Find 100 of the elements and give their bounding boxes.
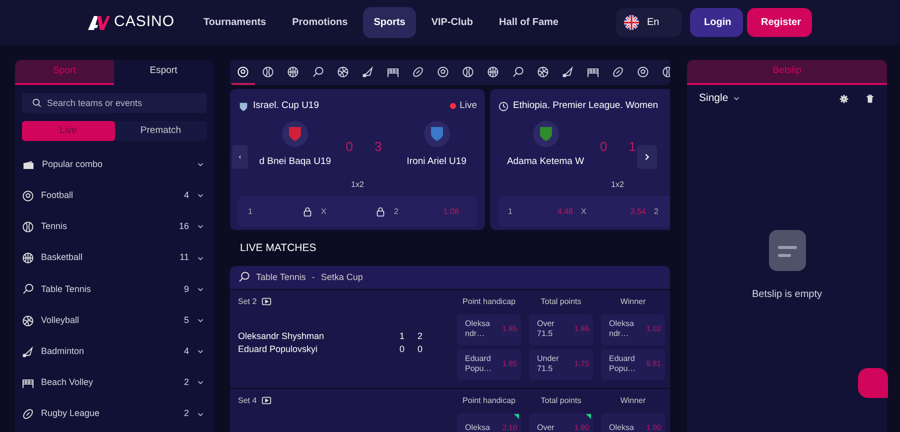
logo-icon — [88, 16, 110, 30]
sport-list-item[interactable]: Badminton 4 — [15, 336, 213, 368]
nav-link[interactable]: Sports — [362, 7, 416, 38]
chat-button[interactable] — [858, 368, 888, 398]
sport-list-item[interactable]: Football 4 — [15, 180, 213, 212]
market-header: Point handicap — [462, 394, 516, 407]
volleyball-icon — [336, 66, 348, 78]
market-header: Point handicap — [462, 296, 516, 308]
trash-icon — [865, 94, 875, 104]
chevron-right-icon — [643, 152, 651, 162]
search-field[interactable]: Search teams or events — [22, 93, 207, 113]
clock-icon — [498, 100, 509, 112]
paddle-icon — [22, 283, 34, 296]
match-card[interactable]: Israel. Cup U19 Live d Bnei Baqa U19 0 3 Ironi Ariel U19 1x2 1 X 2 1.08 — [230, 89, 485, 230]
team-crest-icon — [424, 121, 450, 148]
live-indicator: Live — [450, 99, 477, 114]
empty-list-icon — [768, 230, 806, 271]
soccer-ball-icon — [22, 190, 34, 202]
market-header: Winner — [619, 394, 647, 407]
tournament-header: Table Tennis - Setka Cup — [230, 266, 670, 289]
sport-list-item[interactable]: Basketball 11 — [15, 242, 213, 274]
tennis-ball-icon — [462, 66, 474, 78]
net-icon — [586, 66, 598, 78]
shuttlecock-icon — [562, 66, 574, 78]
empty-message: Betslip is empty — [752, 288, 822, 302]
lock-icon — [302, 206, 313, 218]
login-button[interactable]: Login — [690, 8, 743, 37]
rugby-ball-icon — [22, 408, 34, 420]
volleyball-icon — [536, 66, 548, 78]
basketball-icon — [286, 66, 298, 78]
lock-icon — [375, 206, 386, 218]
net-icon — [22, 376, 34, 389]
match-card[interactable]: Ethiopia. Premier League. Women Adama Ketema W 0 1 1x2 1 4.48 X 3.54 2 — [490, 89, 670, 230]
sport-list-item[interactable]: Rugby League 2 — [15, 398, 213, 430]
team-crest-icon — [282, 121, 308, 148]
soccer-ball-icon — [436, 66, 448, 78]
market-header: Total points — [540, 296, 582, 308]
match-score: 0 1 — [598, 138, 646, 156]
settings-icon — [839, 94, 849, 104]
odds-button[interactable]: X 3.54 — [581, 196, 654, 228]
mode-tab[interactable]: Prematch — [114, 121, 207, 141]
next-button[interactable] — [637, 145, 657, 169]
ticket-icon — [22, 158, 35, 171]
odds-button[interactable]: X — [321, 196, 394, 228]
league-name: Ethiopia. Premier League. Women — [513, 99, 658, 113]
player-name: Oleksandr Shyshman — [238, 330, 326, 343]
market-header: Total points — [540, 394, 582, 407]
basketball-icon — [22, 252, 34, 264]
market-name: 1x2 — [350, 179, 365, 192]
paddle-icon — [312, 66, 324, 78]
volleyball-icon — [22, 314, 34, 327]
soccer-ball-icon — [636, 66, 648, 78]
shuttlecock-icon — [22, 346, 34, 358]
basketball-icon — [486, 66, 498, 78]
paddle-icon — [512, 66, 524, 78]
match-score: 0 3 — [344, 138, 392, 156]
sport-list-item[interactable]: Beach Volley 2 — [15, 367, 213, 398]
tennis-ball-icon — [22, 220, 34, 233]
section-title: LIVE MATCHES — [240, 241, 318, 256]
register-button[interactable]: Register — [747, 8, 812, 37]
video-icon — [260, 395, 272, 406]
soccer-ball-icon — [236, 66, 248, 78]
sidebar-tab[interactable]: Esport — [114, 60, 213, 85]
sport-list-item[interactable]: Tennis 16 — [15, 211, 213, 243]
nav-link[interactable]: Tournaments — [192, 7, 278, 38]
odds-button[interactable]: 2 — [654, 196, 670, 228]
set-score: 2 — [416, 330, 424, 343]
market-header: Winner — [619, 296, 647, 308]
paddle-icon — [238, 271, 250, 284]
team-name: d Bnei Baqa U19 — [259, 155, 332, 170]
sport-list-item[interactable]: Table Tennis 9 — [15, 274, 213, 305]
language-selector[interactable]: En — [616, 8, 682, 37]
odds-button[interactable]: 1 4.48 — [508, 196, 581, 228]
team-crest-icon — [532, 121, 558, 148]
uk-flag-icon — [624, 15, 639, 30]
tennis-ball-icon — [262, 66, 274, 78]
set-score: 0 — [398, 342, 406, 356]
set-score: 0 — [416, 342, 424, 356]
team-name: Adama Ketema W — [506, 155, 584, 170]
team-name: Ironi Ariel U19 — [406, 155, 466, 170]
sport-list-item[interactable]: Popular combo — [15, 149, 213, 180]
shuttlecock-icon — [362, 66, 374, 78]
net-icon — [386, 66, 398, 78]
odds-button[interactable]: 1 — [248, 196, 321, 228]
brand-name: CASINO — [114, 12, 175, 32]
bet-type-dropdown[interactable]: Single — [699, 91, 742, 107]
rugby-ball-icon — [412, 66, 424, 78]
rugby-ball-icon — [612, 66, 624, 78]
search-icon — [32, 98, 42, 108]
league-name: Israel. Cup U19 — [253, 99, 320, 113]
player-name: Eduard Populovskyi — [238, 342, 319, 356]
nav-link[interactable]: VIP-Club — [420, 7, 484, 38]
nav-link[interactable]: Hall of Fame — [488, 7, 570, 38]
sport-list-item[interactable]: Volleyball 5 — [15, 304, 213, 336]
video-icon — [260, 296, 272, 308]
nav-link[interactable]: Promotions — [281, 7, 359, 38]
set-score: 1 — [398, 330, 406, 343]
shield-icon — [238, 100, 249, 112]
odds-button[interactable]: 2 1.08 — [394, 196, 467, 228]
market-name: 1x2 — [610, 179, 625, 192]
